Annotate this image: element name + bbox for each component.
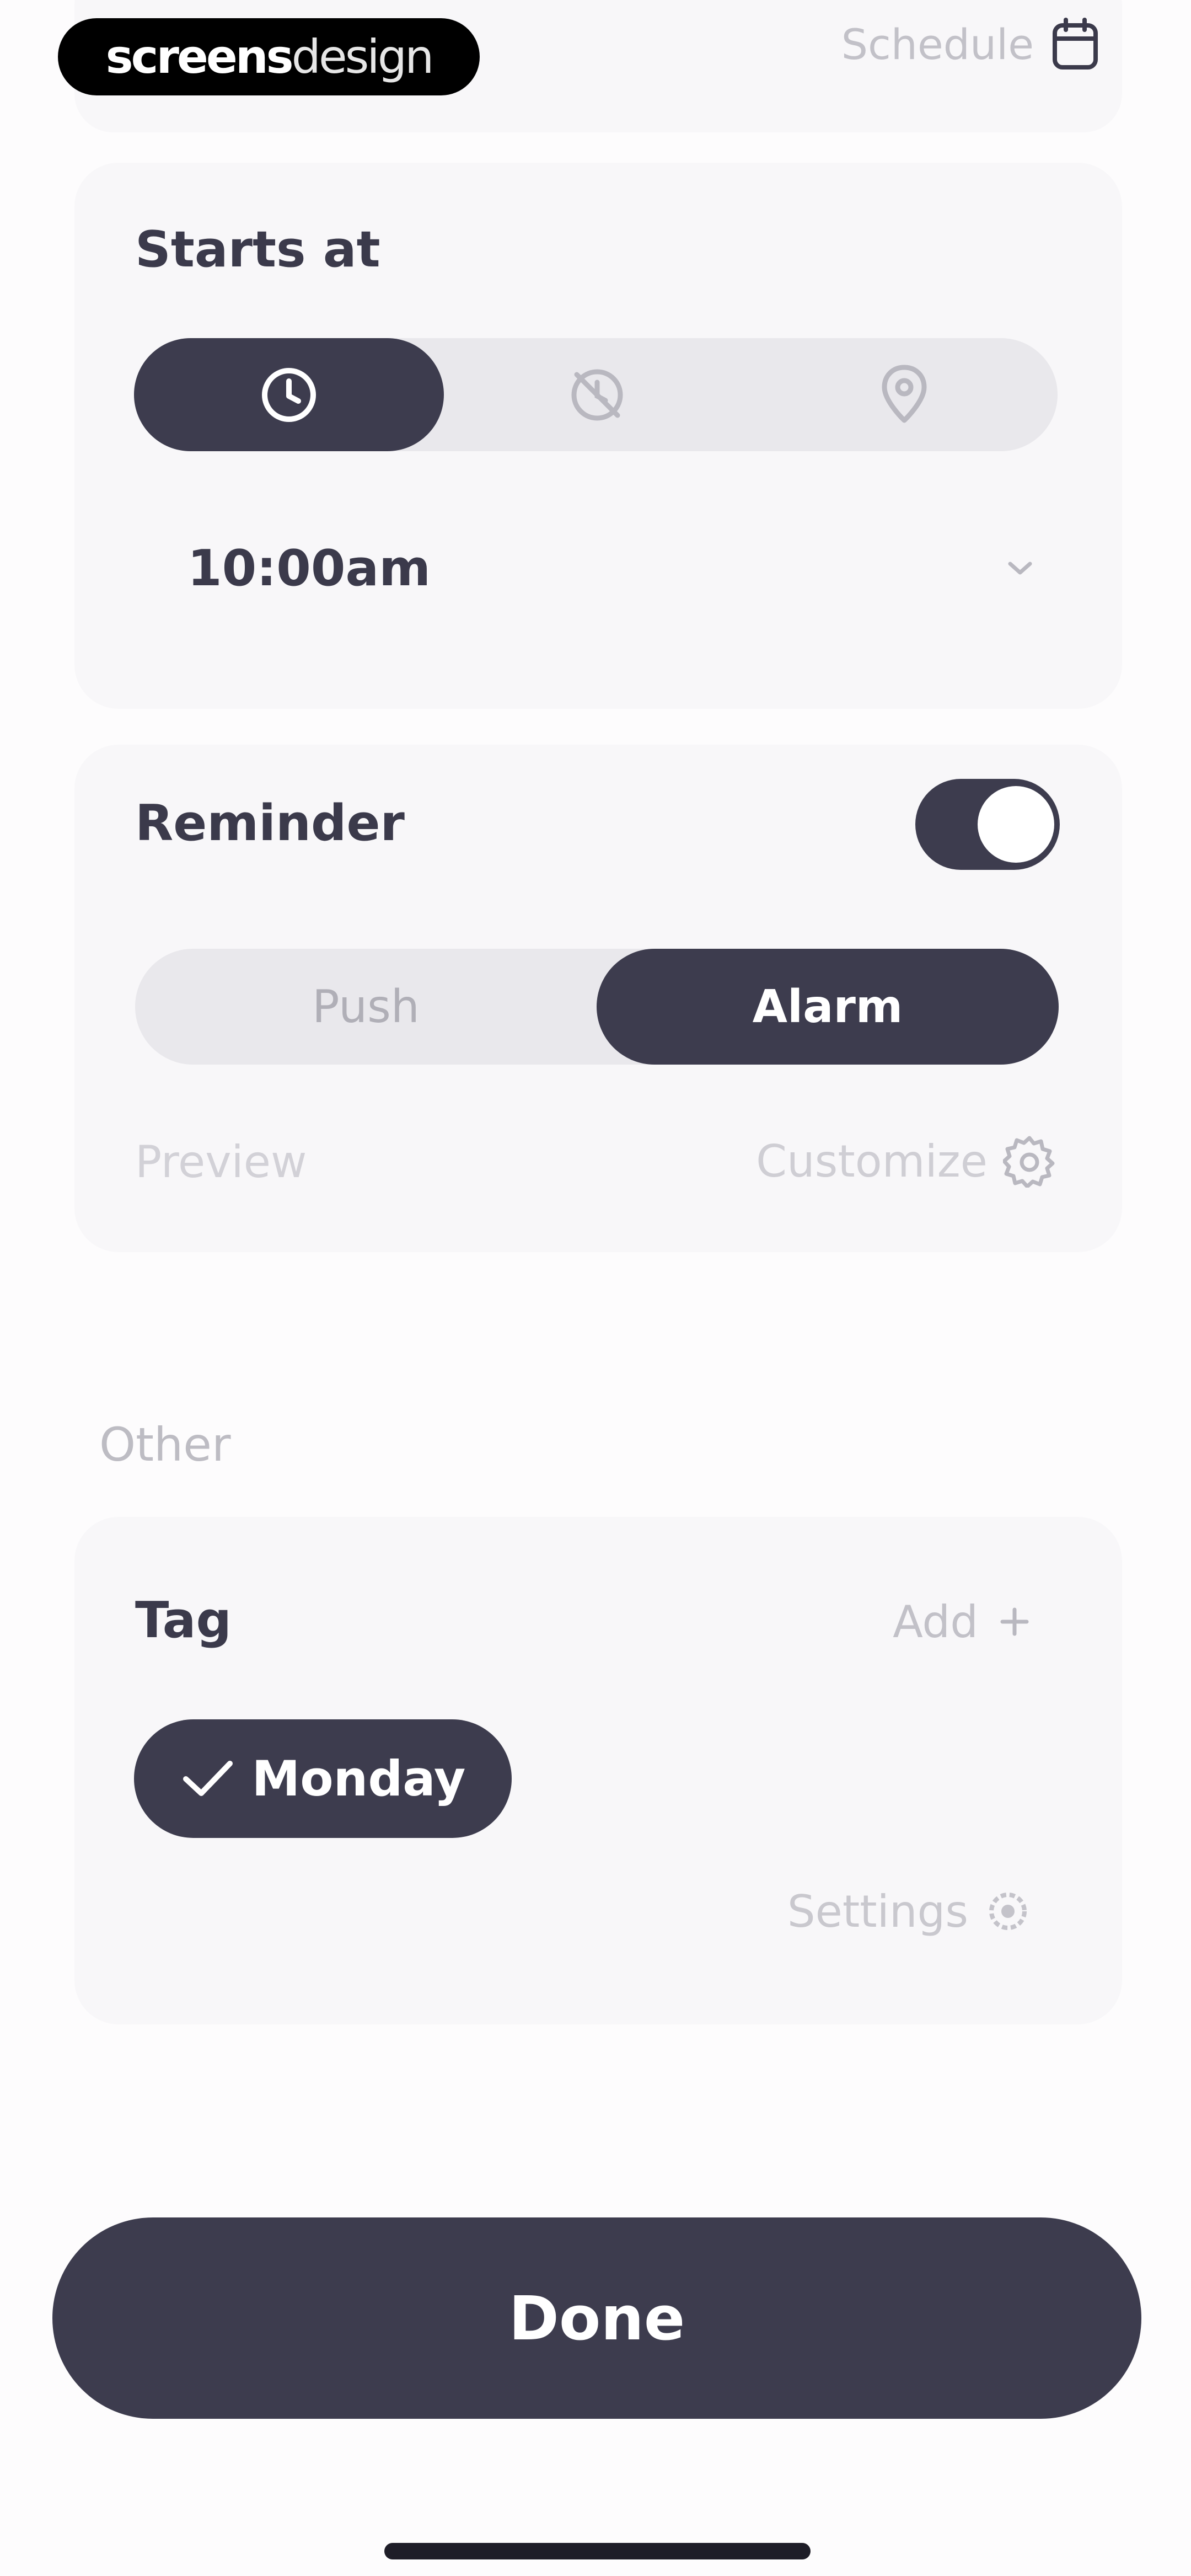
preview-link[interactable]: Preview xyxy=(135,1136,307,1188)
location-pin-icon xyxy=(882,365,926,423)
plus-icon xyxy=(1000,1607,1029,1636)
gear-icon xyxy=(989,1893,1027,1930)
reminder-type-alarm[interactable]: Alarm xyxy=(597,949,1059,1065)
tag-chip-label: Monday xyxy=(251,1750,466,1807)
start-mode-location-option[interactable] xyxy=(750,338,1058,451)
start-time-value: 10:00am xyxy=(187,539,431,597)
customize-button[interactable]: Customize xyxy=(756,1128,1056,1194)
other-section-label: Other xyxy=(99,1418,231,1472)
toggle-knob xyxy=(978,786,1054,863)
schedule-label: Schedule xyxy=(841,19,1034,69)
calendar-icon xyxy=(1053,18,1098,70)
starts-at-title: Starts at xyxy=(135,221,380,279)
chevron-down-icon xyxy=(1008,562,1032,575)
clock-icon xyxy=(262,367,316,422)
add-tag-button[interactable]: Add xyxy=(893,1589,1031,1655)
tag-settings-button[interactable]: Settings xyxy=(787,1878,1031,1944)
tag-settings-label: Settings xyxy=(787,1885,968,1937)
start-mode-time-option[interactable] xyxy=(134,338,444,451)
home-indicator[interactable] xyxy=(384,2543,811,2559)
reminder-title: Reminder xyxy=(135,794,405,852)
customize-label: Customize xyxy=(756,1135,988,1187)
schedule-button[interactable]: Schedule xyxy=(841,17,1100,72)
add-tag-label: Add xyxy=(893,1596,978,1648)
checkmark-icon xyxy=(183,1760,233,1796)
gear-icon xyxy=(1003,1136,1055,1188)
start-mode-no-time-option[interactable] xyxy=(444,338,750,451)
reminder-type-push[interactable]: Push xyxy=(135,949,597,1065)
watermark-logo: screens design xyxy=(58,18,480,95)
tag-title: Tag xyxy=(135,1591,232,1649)
reminder-toggle[interactable] xyxy=(915,779,1060,870)
done-button[interactable]: Done xyxy=(52,2217,1141,2419)
clock-off-icon xyxy=(571,369,623,420)
start-time-dropdown[interactable]: 10:00am xyxy=(187,532,1037,604)
tag-chip-monday[interactable]: Monday xyxy=(134,1719,512,1838)
